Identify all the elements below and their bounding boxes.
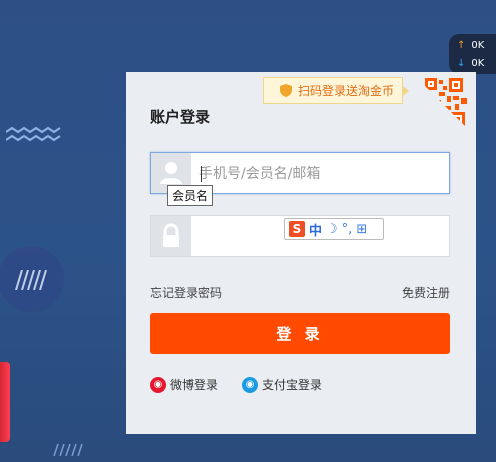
- register-link[interactable]: 免费注册: [402, 284, 450, 301]
- qr-code-icon[interactable]: [415, 76, 473, 134]
- forgot-password-link[interactable]: 忘记登录密码: [150, 284, 222, 301]
- upload-arrow-icon: ↑: [457, 40, 466, 51]
- alipay-login-label: 支付宝登录: [262, 378, 323, 392]
- network-speed-widget[interactable]: ↑ 0K ↓ 0K: [449, 34, 496, 74]
- download-speed: ↓ 0K: [457, 58, 484, 69]
- moon-icon[interactable]: ☽: [326, 222, 338, 237]
- sogou-logo-icon: S: [289, 221, 305, 237]
- download-arrow-icon: ↓: [457, 58, 466, 69]
- qr-login-tip[interactable]: 扫码登录送淘金币: [263, 77, 409, 104]
- ime-toolbar[interactable]: S 中 ☽ °, ⊞: [284, 218, 384, 240]
- upload-speed: ↑ 0K: [457, 40, 484, 51]
- username-tooltip: 会员名: [167, 185, 214, 206]
- weibo-login-label: 微博登录: [170, 378, 219, 392]
- qr-tip-label: 扫码登录送淘金币: [298, 84, 395, 98]
- background-figure-decoration: [0, 362, 10, 442]
- lock-icon: [151, 216, 191, 256]
- punctuation-icon[interactable]: °,: [342, 222, 353, 237]
- alipay-login-link[interactable]: ◉ 支付宝登录: [242, 376, 322, 393]
- background-wave-decoration: [6, 126, 61, 142]
- background-stripes-decoration: [53, 443, 83, 456]
- text-caret: [201, 166, 202, 182]
- username-input[interactable]: [197, 153, 441, 195]
- weibo-icon: ◉: [150, 376, 166, 393]
- ime-language-toggle[interactable]: 中: [309, 220, 322, 239]
- login-panel: 账户登录 扫码登录送淘金币 手机号/会员名/邮箱 会员名 忘记登录密码 免费注册…: [126, 72, 476, 434]
- alipay-icon: ◉: [242, 376, 258, 393]
- background-circle-decoration: [0, 246, 64, 312]
- login-title: 账户登录: [150, 108, 211, 126]
- download-speed-value: 0K: [471, 58, 485, 69]
- keyboard-icon[interactable]: ⊞: [356, 222, 367, 237]
- shield-icon: [280, 84, 292, 97]
- upload-speed-value: 0K: [471, 40, 485, 51]
- weibo-login-link[interactable]: ◉ 微博登录: [150, 376, 218, 393]
- login-button[interactable]: 登 录: [150, 313, 450, 354]
